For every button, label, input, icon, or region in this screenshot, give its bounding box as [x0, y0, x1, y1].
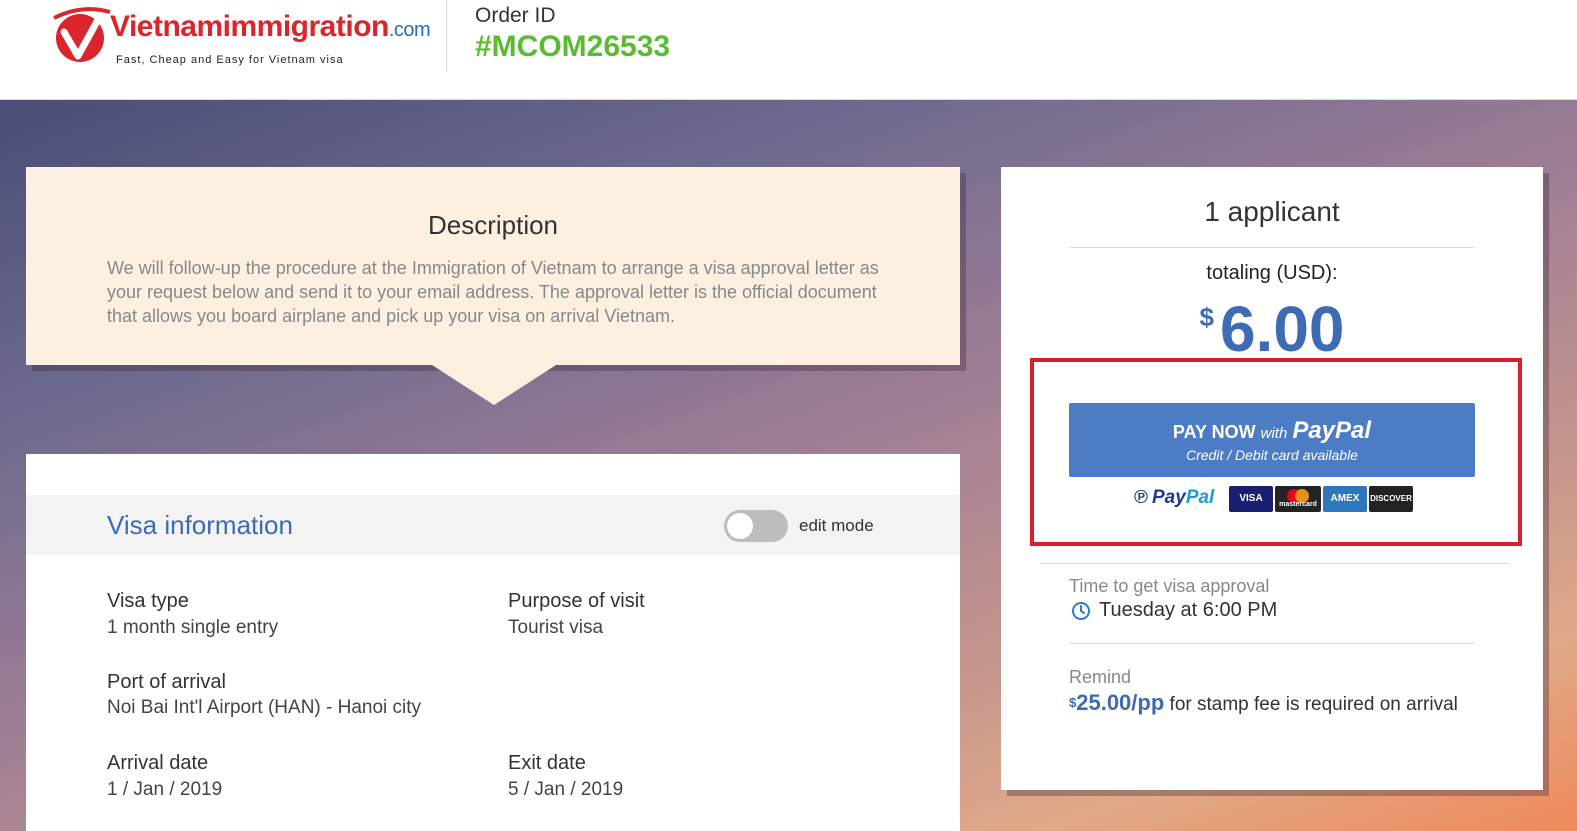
- header-divider: [446, 0, 447, 72]
- logo-mark-icon: [53, 7, 111, 62]
- purpose-label: Purpose of visit: [508, 590, 645, 612]
- remind-label: Remind: [1069, 667, 1132, 687]
- logo-domain: .com: [388, 19, 431, 41]
- summary-divider-2: [1040, 563, 1510, 564]
- site-header: Vietnamimmigration.com Fast, Cheap and E…: [0, 0, 1577, 100]
- pay-now-text: PAY NOW: [1172, 422, 1256, 442]
- order-id-label: Order ID: [475, 4, 556, 27]
- purpose-value: Tourist visa: [508, 617, 604, 638]
- mastercard-text: mastercard: [1279, 501, 1317, 508]
- remind-fee: 25.00/pp: [1076, 690, 1165, 715]
- logo-name: Vietnamimmigration: [110, 10, 389, 43]
- visa-card-icon: VISA: [1229, 486, 1273, 512]
- exit-date-label: Exit date: [508, 752, 586, 774]
- discover-card-icon: DISCOVER: [1369, 486, 1413, 512]
- approval-time-label: Time to get visa approval: [1069, 576, 1270, 596]
- amex-card-icon: AMEX: [1323, 486, 1367, 512]
- price-currency: $: [1199, 302, 1214, 332]
- paypal-brand-text: PayPal: [1292, 417, 1372, 444]
- arrival-date-label: Arrival date: [107, 752, 209, 774]
- port-of-arrival-label: Port of arrival: [107, 671, 226, 693]
- exit-date-value: 5 / Jan / 2019: [508, 779, 624, 800]
- with-text: with: [1260, 425, 1288, 442]
- pay-now-paypal-button[interactable]: PAY NOW with PayPal Credit / Debit card …: [1069, 403, 1475, 477]
- visa-type-label: Visa type: [107, 590, 189, 612]
- summary-divider: [1069, 247, 1475, 248]
- pay-now-subtitle: Credit / Debit card available: [1186, 447, 1358, 463]
- edit-mode-label: edit mode: [799, 516, 874, 535]
- total-price: $6.00: [1069, 292, 1475, 366]
- paypal-logo-pay: Pay: [1152, 487, 1186, 508]
- paypal-logo: ℗ PayPal: [1134, 487, 1214, 509]
- pay-now-label: PAY NOW with PayPal: [1069, 417, 1475, 445]
- order-id-value: #MCOM26533: [475, 30, 671, 63]
- mastercard-icon: mastercard: [1275, 486, 1321, 512]
- port-of-arrival-value: Noi Bai Int'l Airport (HAN) - Hanoi city: [107, 697, 422, 718]
- approval-time-value: Tuesday at 6:00 PM: [1099, 599, 1278, 621]
- remind-text: $25.00/pp for stamp fee is required on a…: [1069, 690, 1469, 718]
- edit-mode-toggle[interactable]: [724, 510, 788, 542]
- logo-wordmark: Vietnamimmigration.com: [110, 10, 431, 44]
- paypal-logo-pal: Pal: [1185, 487, 1215, 508]
- site-logo[interactable]: Vietnamimmigration.com Fast, Cheap and E…: [52, 4, 432, 74]
- mastercard-circles-icon: [1287, 489, 1309, 503]
- description-title: Description: [427, 210, 559, 240]
- applicant-count: 1 applicant: [1204, 196, 1340, 227]
- price-amount: 6.00: [1219, 293, 1345, 365]
- paypal-p-icon: ℗: [1134, 487, 1148, 508]
- toggle-knob: [727, 513, 753, 539]
- logo-tagline: Fast, Cheap and Easy for Vietnam visa: [116, 54, 344, 66]
- clock-icon: [1072, 602, 1090, 620]
- totaling-label: totaling (USD):: [1206, 262, 1338, 284]
- summary-divider-3: [1069, 643, 1475, 644]
- description-pointer: [432, 365, 556, 405]
- visa-information-title: Visa information: [107, 510, 293, 540]
- remind-message: for stamp fee is required on arrival: [1164, 694, 1458, 715]
- visa-type-value: 1 month single entry: [107, 617, 279, 638]
- description-text: We will follow-up the procedure at the I…: [107, 258, 879, 326]
- arrival-date-value: 1 / Jan / 2019: [107, 779, 223, 800]
